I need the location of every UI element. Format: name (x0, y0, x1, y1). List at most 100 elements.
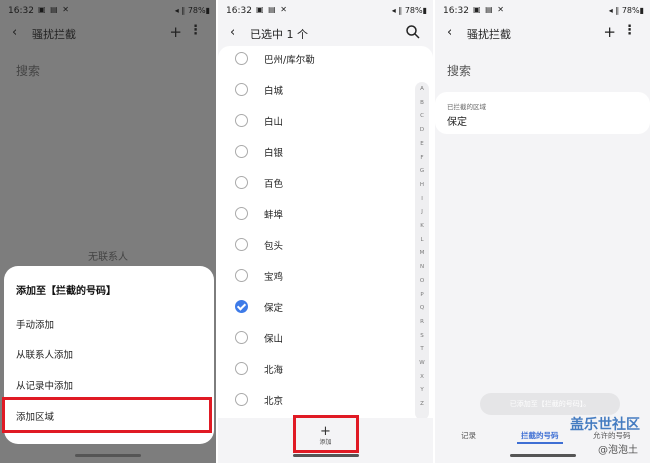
add-from-contacts-option[interactable]: 从联系人添加 (16, 347, 73, 361)
radio-button[interactable] (235, 207, 248, 220)
empty-state-text: 无联系人 (88, 252, 128, 263)
region-row[interactable]: 白城 (218, 75, 433, 106)
radio-button[interactable] (235, 83, 248, 96)
blocked-region-card[interactable]: 已拦截的区域 保定 (435, 92, 650, 134)
tab-blocked-numbers[interactable]: 拦截的号码 (521, 430, 559, 441)
status-time: 16:32 (226, 6, 252, 16)
region-name: 白城 (264, 86, 284, 97)
add-icon[interactable]: + (603, 23, 616, 41)
radio-button[interactable] (235, 145, 248, 158)
search-field[interactable]: 搜索 (447, 62, 471, 79)
region-row[interactable]: 保山 (218, 323, 433, 354)
search-icon[interactable] (405, 24, 421, 40)
battery-indicator: ◂ ∥ 78%▮ (391, 6, 427, 15)
index-letter[interactable]: X (415, 374, 429, 380)
index-letter[interactable]: I (415, 196, 429, 202)
index-letter[interactable]: O (415, 278, 429, 284)
status-time: 16:32 (8, 6, 34, 16)
card-value: 保定 (447, 117, 467, 128)
search-field[interactable]: 搜索 (16, 62, 40, 79)
index-letter[interactable]: L (415, 237, 429, 243)
index-letter[interactable]: T (415, 346, 429, 352)
index-letter[interactable]: F (415, 155, 429, 161)
screen-region-select: 16:32 ▣ ▤ ✕ ◂ ∥ 78%▮ ‹ 已选中 1 个 巴州/库尔勒白城白… (218, 0, 433, 463)
radio-button[interactable] (235, 362, 248, 375)
alphabet-index[interactable]: A B C D E F G H I J K L M N O P Q R S T W X Y Z (415, 82, 429, 420)
region-name: 北京 (264, 396, 284, 407)
region-row[interactable]: 白银 (218, 137, 433, 168)
index-letter[interactable]: D (415, 127, 429, 133)
region-name: 包头 (264, 241, 284, 252)
region-name: 白银 (264, 148, 284, 159)
radio-button[interactable] (235, 238, 248, 251)
back-arrow-icon[interactable]: ‹ (447, 25, 452, 40)
region-row[interactable]: 巴州/库尔勒 (218, 44, 433, 75)
notification-icons: ▣ ▤ ✕ (473, 5, 505, 14)
radio-button[interactable] (235, 331, 248, 344)
notification-icons: ▣ ▤ ✕ (38, 5, 70, 14)
region-name: 蚌埠 (264, 210, 284, 221)
region-row[interactable]: 北京 (218, 385, 433, 416)
index-letter[interactable]: Z (415, 401, 429, 407)
index-letter[interactable]: K (415, 223, 429, 229)
index-letter[interactable]: C (415, 113, 429, 119)
index-letter[interactable]: Q (415, 305, 429, 311)
region-row[interactable]: 百色 (218, 168, 433, 199)
index-letter[interactable]: H (415, 182, 429, 188)
index-letter[interactable]: G (415, 168, 429, 174)
manual-add-option[interactable]: 手动添加 (16, 317, 54, 331)
radio-button[interactable] (235, 114, 248, 127)
region-row[interactable]: 包头 (218, 230, 433, 261)
index-letter[interactable]: J (415, 209, 429, 215)
selection-count: 已选中 1 个 (250, 28, 308, 41)
tab-log[interactable]: 记录 (461, 430, 476, 441)
index-letter[interactable]: Y (415, 387, 429, 393)
index-letter[interactable]: R (415, 319, 429, 325)
region-name: 保山 (264, 334, 284, 345)
index-letter[interactable]: S (415, 333, 429, 339)
region-list: 巴州/库尔勒白城白山白银百色蚌埠包头宝鸡保定保山北海北京 (218, 46, 433, 418)
more-options-icon[interactable]: ⋮ (189, 23, 202, 38)
radio-button[interactable] (235, 393, 248, 406)
status-bar: 16:32 ▣ ▤ ✕ ◂ ∥ 78%▮ (435, 0, 650, 20)
home-indicator (293, 454, 359, 457)
region-row[interactable]: 白山 (218, 106, 433, 137)
app-header: ‹ 骚扰拦截 + ⋮ (0, 20, 216, 46)
region-row[interactable]: 保定 (218, 292, 433, 323)
radio-button[interactable] (235, 269, 248, 282)
screen-blocked-numbers: 16:32 ▣ ▤ ✕ ◂ ∥ 78%▮ ‹ 骚扰拦截 + ⋮ 搜索 已拦截的区… (435, 0, 650, 463)
back-arrow-icon[interactable]: ‹ (12, 25, 17, 40)
highlight-box (2, 397, 212, 433)
index-letter[interactable]: B (415, 100, 429, 106)
sheet-title: 添加至【拦截的号码】 (16, 286, 116, 297)
notification-icons: ▣ ▤ ✕ (256, 5, 288, 14)
index-letter[interactable]: W (415, 360, 429, 366)
region-name: 白山 (264, 117, 284, 128)
more-options-icon[interactable]: ⋮ (623, 23, 636, 38)
radio-button[interactable] (235, 52, 248, 65)
watermark-logo: 盖乐世社区 (570, 417, 640, 433)
battery-indicator: ◂ ∥ 78%▮ (608, 6, 644, 15)
region-name: 保定 (264, 303, 284, 314)
status-bar: 16:32 ▣ ▤ ✕ ◂ ∥ 78%▮ (0, 0, 216, 20)
index-letter[interactable]: A (415, 86, 429, 92)
region-row[interactable]: 宝鸡 (218, 261, 433, 292)
page-title: 骚扰拦截 (467, 28, 511, 41)
region-row[interactable]: 北海 (218, 354, 433, 385)
index-letter[interactable]: P (415, 292, 429, 298)
index-letter[interactable]: M (415, 250, 429, 256)
status-bar: 16:32 ▣ ▤ ✕ ◂ ∥ 78%▮ (218, 0, 433, 20)
add-icon[interactable]: + (169, 23, 182, 41)
toast-message: 已添加至【拦截的号码】。 (480, 393, 620, 415)
radio-button[interactable] (235, 176, 248, 189)
index-letter[interactable]: N (415, 264, 429, 270)
highlight-box (293, 415, 359, 453)
region-row[interactable]: 蚌埠 (218, 199, 433, 230)
radio-button[interactable] (235, 300, 248, 313)
app-header: ‹ 已选中 1 个 (218, 20, 433, 46)
back-arrow-icon[interactable]: ‹ (230, 25, 235, 40)
status-time: 16:32 (443, 6, 469, 16)
add-from-log-option[interactable]: 从记录中添加 (16, 378, 73, 392)
index-letter[interactable]: E (415, 141, 429, 147)
region-name: 百色 (264, 179, 284, 190)
